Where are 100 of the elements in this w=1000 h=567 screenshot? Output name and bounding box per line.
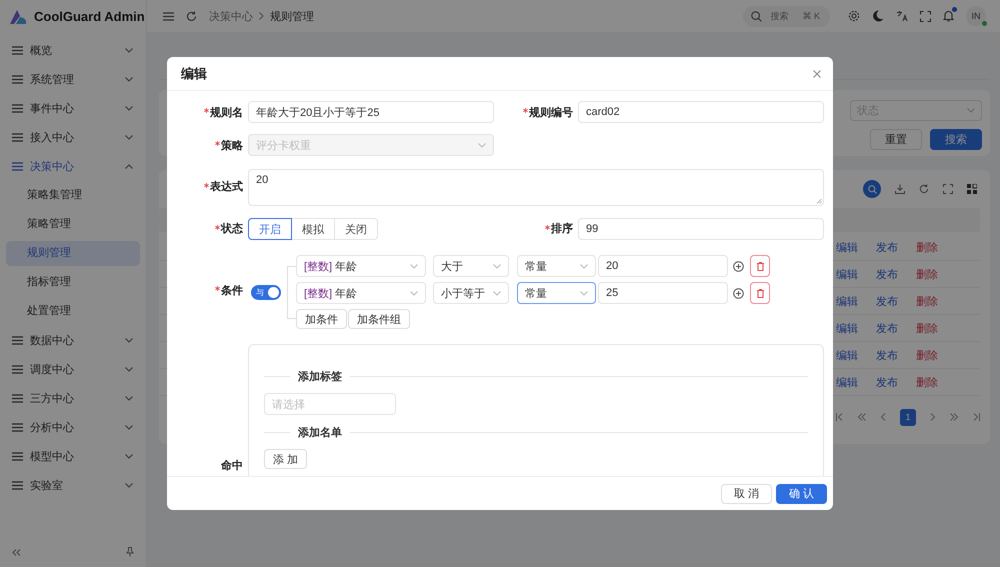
value-input[interactable]: 20 xyxy=(598,255,728,277)
search-button[interactable]: 搜索 xyxy=(930,129,982,150)
add-condition-button[interactable]: 加条件 xyxy=(296,309,347,329)
search-icon xyxy=(751,10,762,22)
menu-icon[interactable] xyxy=(163,12,174,20)
search-button[interactable] xyxy=(863,180,881,198)
operator-select[interactable]: 小于等于 xyxy=(433,282,509,304)
user-avatar[interactable]: IN xyxy=(966,6,986,26)
delete-link[interactable]: 删除 xyxy=(916,348,956,362)
page-button[interactable]: 1 xyxy=(900,408,916,426)
value-type-select[interactable]: 常量 xyxy=(517,282,596,304)
add-icon[interactable] xyxy=(733,260,744,272)
action-link[interactable]: 发布 xyxy=(876,348,916,362)
field-label: 条件 xyxy=(167,282,248,298)
sidebar-item[interactable]: 数据中心 xyxy=(0,326,146,355)
value-type-select[interactable]: 常量 xyxy=(517,255,596,277)
add-icon[interactable] xyxy=(733,288,744,298)
add-condition-button[interactable]: 加条件组 xyxy=(348,309,410,329)
delete-button[interactable] xyxy=(750,282,770,304)
delete-link[interactable]: 删除 xyxy=(916,266,956,282)
trash-icon xyxy=(756,262,764,270)
previous-page-icon[interactable] xyxy=(880,413,886,421)
settings-icon[interactable] xyxy=(848,10,860,22)
sidebar-item[interactable]: 分析中心 xyxy=(0,413,146,442)
value-input[interactable]: 25 xyxy=(598,282,728,304)
chevron-icon xyxy=(125,48,133,53)
resize-grip-icon[interactable] xyxy=(816,198,822,204)
next-page-icon[interactable] xyxy=(930,413,936,421)
action-link[interactable]: 发布 xyxy=(876,240,916,254)
delete-link[interactable]: 删除 xyxy=(916,374,956,390)
action-link[interactable]: 编辑 xyxy=(836,240,876,254)
search-field[interactable]: 搜索 ⌘ K xyxy=(743,6,830,26)
delete-link[interactable]: 删除 xyxy=(916,240,956,254)
status-option[interactable]: 模拟 xyxy=(291,218,335,240)
action-link[interactable]: 编辑 xyxy=(836,374,876,390)
action-link[interactable]: 编辑 xyxy=(836,266,876,282)
first-page-icon[interactable] xyxy=(836,413,844,421)
sidebar-item[interactable]: 事件中心 xyxy=(0,94,146,123)
sidebar-subitem[interactable]: 指标管理 xyxy=(6,270,140,295)
jump-back-icon[interactable] xyxy=(858,413,866,421)
close-icon[interactable] xyxy=(813,70,821,78)
sidebar-item[interactable]: 实验室 xyxy=(0,471,146,500)
chevron-icon xyxy=(125,483,133,488)
sidebar-item[interactable]: 系统管理 xyxy=(0,65,146,94)
sidebar-item[interactable]: 决策中心 xyxy=(0,152,146,181)
fullscreen-icon[interactable] xyxy=(920,10,931,22)
sidebar-subitem[interactable]: 处置管理 xyxy=(6,299,140,324)
bell-icon[interactable] xyxy=(943,10,954,22)
grid-icon[interactable] xyxy=(967,184,977,194)
action-link[interactable]: 编辑 xyxy=(836,320,876,336)
moon-icon[interactable] xyxy=(872,10,884,22)
delete-link[interactable]: 删除 xyxy=(916,294,956,308)
sidebar-item[interactable]: 接入中心 xyxy=(0,123,146,152)
expression-textarea[interactable]: 20 xyxy=(248,169,824,206)
delete-button[interactable] xyxy=(750,255,770,277)
section-title: 添加名单 xyxy=(298,426,342,440)
action-link[interactable]: 编辑 xyxy=(836,294,876,308)
pin-icon[interactable] xyxy=(126,547,134,557)
action-link[interactable]: 发布 xyxy=(876,374,916,390)
reset-button[interactable]: 重置 xyxy=(870,129,922,150)
field-select[interactable]: [整数] 年龄 xyxy=(296,255,426,277)
status-option[interactable]: 开启 xyxy=(248,218,292,240)
sidebar-item[interactable]: 概览 xyxy=(0,36,146,65)
input-field[interactable]: 99 xyxy=(578,218,824,240)
action-link[interactable]: 编辑 xyxy=(836,348,876,362)
sidebar-item[interactable]: 调度中心 xyxy=(0,355,146,384)
jump-forward-icon[interactable] xyxy=(950,413,958,421)
field-label: 规则名 xyxy=(167,104,248,120)
breadcrumb-link[interactable]: 决策中心 xyxy=(209,8,253,24)
add-button[interactable]: 添 加 xyxy=(264,449,308,469)
sidebar-item[interactable]: 模型中心 xyxy=(0,442,146,471)
field-select[interactable]: [整数] 年龄 xyxy=(296,282,426,304)
refresh-icon[interactable] xyxy=(919,184,929,194)
input-field[interactable]: card02 xyxy=(578,101,824,123)
action-link[interactable]: 发布 xyxy=(876,266,916,282)
sidebar-subitem[interactable]: 规则管理 xyxy=(6,241,140,266)
status-option[interactable]: 关闭 xyxy=(334,218,378,240)
fullscreen-icon[interactable] xyxy=(943,184,953,194)
breadcrumb-current: 规则管理 xyxy=(270,10,314,24)
trash-icon xyxy=(756,288,764,298)
logic-switch[interactable]: 与 xyxy=(251,284,281,300)
field-label: 命中 xyxy=(220,458,244,472)
operator-select[interactable]: 大于 xyxy=(433,255,509,277)
sidebar-item[interactable]: 三方中心 xyxy=(0,384,146,413)
confirm-button[interactable]: 确 认 xyxy=(776,484,827,504)
input-field[interactable]: 年龄大于20且小于等于25 xyxy=(248,101,494,123)
action-link[interactable]: 发布 xyxy=(876,294,916,308)
last-page-icon[interactable] xyxy=(972,413,980,421)
collapse-icon[interactable] xyxy=(12,548,21,556)
sidebar-subitem[interactable]: 策略集管理 xyxy=(6,183,140,208)
chevron-icon xyxy=(580,264,588,268)
translate-icon[interactable] xyxy=(896,10,908,22)
chevron-icon xyxy=(478,142,486,148)
sidebar-subitem[interactable]: 策略管理 xyxy=(6,212,140,237)
cancel-button[interactable]: 取 消 xyxy=(720,484,772,504)
download-icon[interactable] xyxy=(895,184,905,194)
refresh-icon[interactable] xyxy=(186,10,197,22)
delete-link[interactable]: 删除 xyxy=(916,320,956,336)
bracket-line xyxy=(287,266,296,319)
action-link[interactable]: 发布 xyxy=(876,320,916,336)
